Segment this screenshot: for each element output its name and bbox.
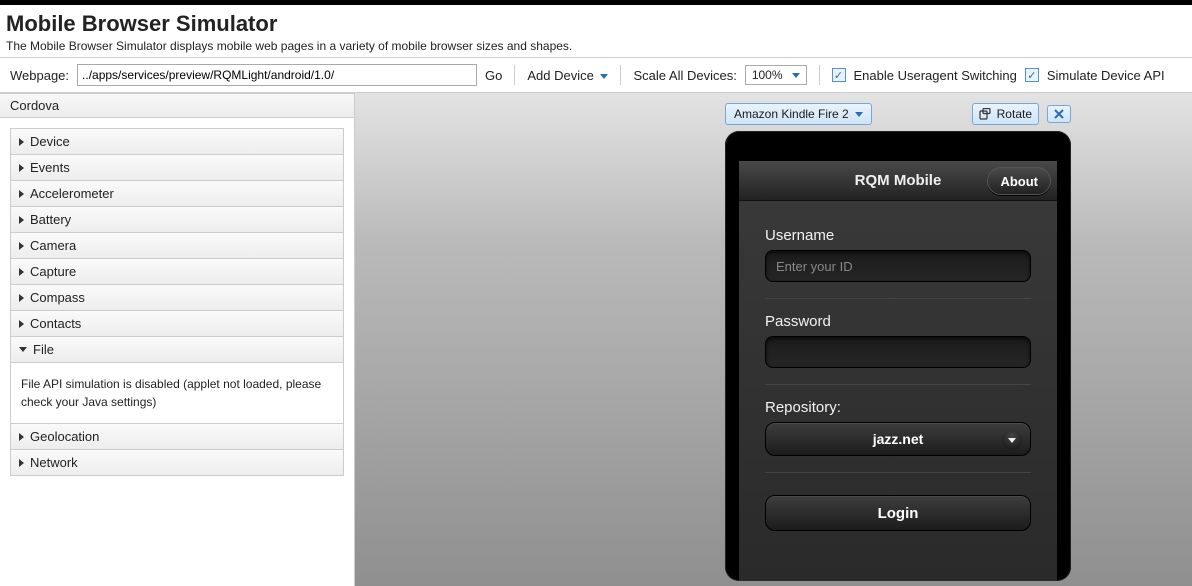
close-icon bbox=[1054, 109, 1064, 119]
cordova-item-file[interactable]: File bbox=[11, 336, 343, 362]
cordova-item-label: Contacts bbox=[30, 316, 81, 331]
about-button[interactable]: About bbox=[987, 167, 1051, 195]
login-button[interactable]: Login bbox=[765, 495, 1031, 531]
username-label: Username bbox=[765, 227, 1031, 244]
cordova-item-label: Compass bbox=[30, 290, 85, 305]
repository-label: Repository: bbox=[765, 399, 1031, 416]
page-subtitle: The Mobile Browser Simulator displays mo… bbox=[6, 39, 1186, 53]
cordova-panel-title: Cordova bbox=[0, 93, 354, 118]
separator bbox=[620, 65, 621, 85]
page-header: Mobile Browser Simulator The Mobile Brow… bbox=[0, 5, 1192, 57]
device-name: Amazon Kindle Fire 2 bbox=[734, 107, 849, 121]
chevron-right-icon bbox=[19, 138, 24, 146]
cordova-item-contacts[interactable]: Contacts bbox=[11, 310, 343, 336]
separator bbox=[514, 65, 515, 85]
device-select[interactable]: Amazon Kindle Fire 2 bbox=[725, 103, 872, 125]
chevron-down-icon bbox=[19, 347, 27, 352]
cordova-item-device[interactable]: Device bbox=[11, 129, 343, 154]
cordova-item-label: Battery bbox=[30, 212, 71, 227]
chevron-right-icon bbox=[19, 433, 24, 441]
simulate-api-checkbox[interactable] bbox=[1025, 68, 1039, 82]
sidebar: Cordova Device Events Accelerometer Battery… bbox=[0, 93, 355, 586]
scale-label: Scale All Devices: bbox=[633, 68, 736, 83]
cordova-item-geolocation[interactable]: Geolocation bbox=[11, 423, 343, 449]
divider bbox=[765, 384, 1031, 385]
webpage-label: Webpage: bbox=[10, 68, 69, 83]
cordova-item-label: Accelerometer bbox=[30, 186, 114, 201]
chevron-right-icon bbox=[19, 164, 24, 172]
app-header: RQM Mobile About bbox=[739, 161, 1057, 201]
add-device-button[interactable]: Add Device bbox=[527, 68, 608, 83]
repository-value: jazz.net bbox=[873, 431, 924, 447]
chevron-right-icon bbox=[19, 268, 24, 276]
password-label: Password bbox=[765, 313, 1031, 330]
cordova-item-label: Device bbox=[30, 134, 70, 149]
useragent-label: Enable Useragent Switching bbox=[854, 68, 1017, 83]
cordova-item-network[interactable]: Network bbox=[11, 449, 343, 475]
cordova-item-label: Network bbox=[30, 455, 78, 470]
separator bbox=[819, 65, 820, 85]
page-title: Mobile Browser Simulator bbox=[6, 11, 1186, 37]
device-frame: RQM Mobile About Username Password Repos… bbox=[725, 131, 1071, 581]
cordova-item-events[interactable]: Events bbox=[11, 154, 343, 180]
repository-select[interactable]: jazz.net bbox=[765, 422, 1031, 456]
cordova-item-accelerometer[interactable]: Accelerometer bbox=[11, 180, 343, 206]
toolbar: Webpage: Go Add Device Scale All Devices… bbox=[0, 57, 1192, 93]
webpage-input[interactable] bbox=[77, 64, 477, 86]
cordova-item-content: File API simulation is disabled (applet … bbox=[11, 362, 343, 423]
chevron-right-icon bbox=[19, 216, 24, 224]
cordova-item-camera[interactable]: Camera bbox=[11, 232, 343, 258]
password-input[interactable] bbox=[765, 336, 1031, 368]
chevron-right-icon bbox=[19, 320, 24, 328]
chevron-right-icon bbox=[19, 242, 24, 250]
cordova-item-label: File bbox=[33, 342, 54, 357]
scale-select[interactable]: 100% bbox=[745, 65, 807, 85]
username-input[interactable] bbox=[765, 250, 1031, 282]
chevron-down-icon bbox=[855, 112, 863, 117]
chevron-down-icon bbox=[792, 73, 800, 78]
chevron-down-icon bbox=[1002, 430, 1022, 450]
go-button[interactable]: Go bbox=[485, 68, 502, 83]
cordova-item-label: Events bbox=[30, 160, 70, 175]
rotate-button[interactable]: Rotate bbox=[972, 103, 1039, 125]
cordova-item-compass[interactable]: Compass bbox=[11, 284, 343, 310]
device-toolbar: Amazon Kindle Fire 2 Rotate bbox=[725, 103, 1071, 125]
chevron-right-icon bbox=[19, 190, 24, 198]
rotate-icon bbox=[979, 108, 991, 120]
close-device-button[interactable] bbox=[1047, 105, 1071, 123]
device-screen: RQM Mobile About Username Password Repos… bbox=[739, 161, 1057, 581]
scale-value: 100% bbox=[752, 68, 783, 82]
simulate-api-label: Simulate Device API bbox=[1047, 68, 1165, 83]
app-title: RQM Mobile bbox=[855, 172, 942, 189]
cordova-item-label: Camera bbox=[30, 238, 76, 253]
device-stage: Amazon Kindle Fire 2 Rotate bbox=[355, 93, 1192, 586]
add-device-label: Add Device bbox=[527, 68, 593, 83]
cordova-item-label: Geolocation bbox=[30, 429, 99, 444]
rotate-label: Rotate bbox=[997, 107, 1032, 121]
chevron-down-icon bbox=[600, 74, 608, 79]
cordova-item-label: Capture bbox=[30, 264, 76, 279]
useragent-checkbox[interactable] bbox=[832, 68, 846, 82]
cordova-item-capture[interactable]: Capture bbox=[11, 258, 343, 284]
divider bbox=[765, 472, 1031, 473]
divider bbox=[765, 298, 1031, 299]
chevron-right-icon bbox=[19, 459, 24, 467]
chevron-right-icon bbox=[19, 294, 24, 302]
cordova-item-battery[interactable]: Battery bbox=[11, 206, 343, 232]
